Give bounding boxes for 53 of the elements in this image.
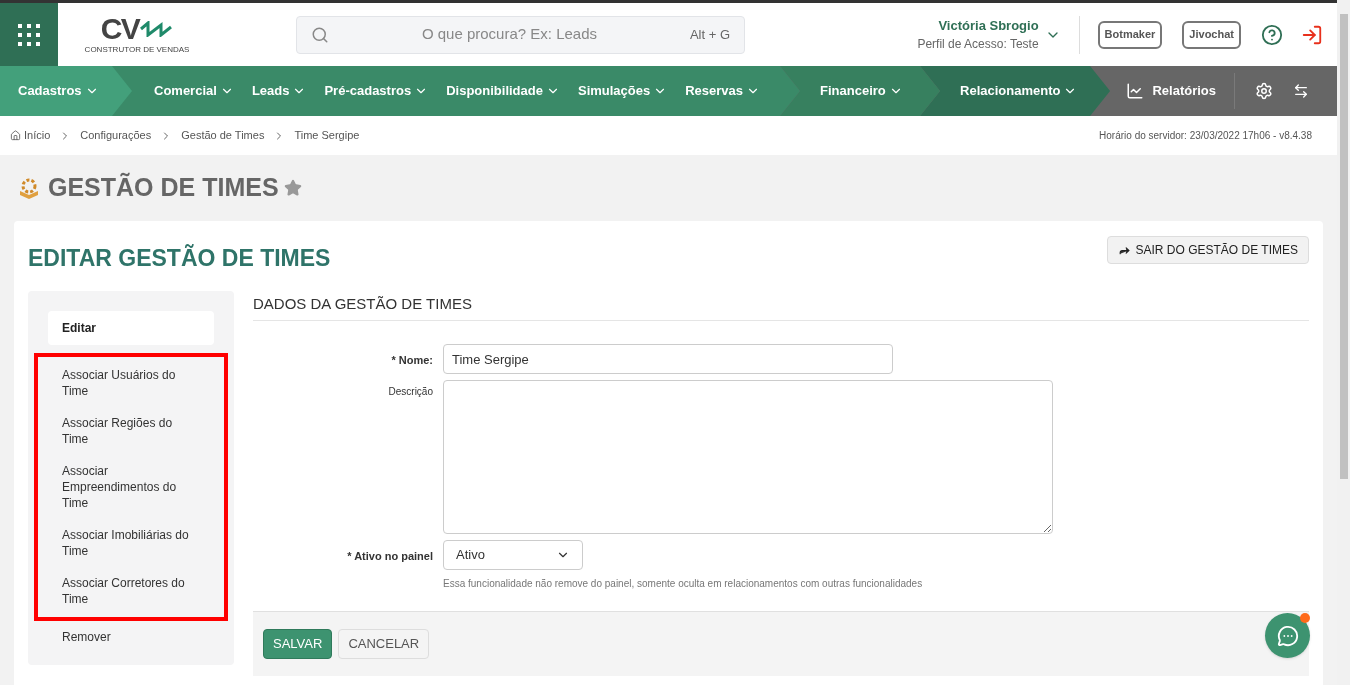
swap-icon[interactable]	[1293, 83, 1309, 99]
integration-button[interactable]: Botmaker	[1097, 20, 1163, 49]
nav-menu-item[interactable]: Financeiro	[820, 81, 903, 101]
sidebar-item[interactable]: Associar Regiões do Time	[48, 406, 214, 455]
search-icon	[311, 25, 329, 44]
nav-menu-item[interactable]: Leads	[251, 81, 307, 101]
sidebar-item[interactable]: Associar Usuários do Time	[48, 358, 214, 407]
card-title: EDITAR GESTÃO DE TIMES	[28, 243, 331, 273]
field-label: * Ativo no painel	[346, 549, 433, 564]
status-select[interactable]: Ativo	[443, 540, 583, 570]
user-profile: Perfil de Acesso: Teste	[917, 36, 1039, 54]
breadcrumb-link[interactable]: Gestão de Times	[181, 127, 265, 144]
sidebar-item[interactable]: Remover	[48, 620, 214, 653]
team-gear-icon	[18, 177, 40, 199]
sidebar-item[interactable]: Associar Corretores do Time	[48, 566, 214, 615]
help-icon[interactable]	[1261, 23, 1283, 46]
sidebar-item[interactable]: Associar Imobiliárias do Time	[48, 518, 214, 567]
chart-icon	[1126, 82, 1145, 100]
nav-menu-item[interactable]: Comercial	[154, 81, 234, 101]
wave-logo-icon	[139, 20, 174, 37]
search-field[interactable]: O que procura? Ex: Leads Alt + G	[296, 15, 745, 54]
sidebar-item[interactable]: Editar	[48, 310, 214, 345]
cancel-button[interactable]: CANCELAR	[338, 629, 430, 659]
chat-icon	[1276, 624, 1299, 647]
user-name: Victória Sbrogio	[937, 16, 1039, 35]
nav-menu-item[interactable]: Relacionamento	[960, 81, 1078, 101]
favorite-star-icon[interactable]	[283, 179, 302, 197]
exit-button[interactable]: SAIR DO GESTÃO DE TIMES	[1106, 236, 1309, 264]
home-icon	[10, 130, 21, 141]
server-time: Horário do servidor: 23/03/2022 17h06 - v8.4.38	[1099, 129, 1312, 143]
page-title: GESTÃO DE TIMES	[48, 171, 279, 204]
breadcrumb-link[interactable]: Time Sergipe	[294, 127, 360, 144]
shortcut-hint: Alt + G	[689, 25, 730, 44]
nav-menu-item[interactable]: Reservas	[685, 81, 761, 101]
logout-icon[interactable]	[1301, 23, 1323, 46]
nav-menu-item[interactable]: Pré-cadastros	[324, 81, 429, 101]
apps-grid-button[interactable]	[0, 3, 58, 66]
name-input[interactable]: Time Sergipe	[443, 344, 893, 374]
integration-button[interactable]: Jivochat	[1182, 20, 1241, 49]
sidebar-item[interactable]: Associar Empreendimentos do Time	[48, 454, 214, 519]
field-label: Descrição	[387, 385, 433, 399]
breadcrumb-link[interactable]: Configurações	[80, 127, 152, 144]
nav-menu-item[interactable]: Disponibilidade	[446, 81, 560, 101]
settings-icon[interactable]	[1255, 82, 1273, 100]
field-label: * Nome:	[390, 353, 433, 368]
section-title: DADOS DA GESTÃO DE TIMES	[253, 292, 1309, 321]
reports-link[interactable]: Relatórios	[1126, 73, 1235, 109]
save-button[interactable]: SALVAR	[263, 629, 333, 659]
logo: CV CONSTRUTOR DE VENDAS	[83, 13, 191, 56]
nav-menu-item[interactable]: Simulações	[577, 81, 668, 101]
field-hint: Essa funcionalidade não remove do painel, somente oculta em relacionamentos com outras funcionalidades	[443, 577, 924, 591]
grid-icon	[17, 22, 41, 47]
breadcrumb-link[interactable]: Início	[24, 127, 51, 144]
